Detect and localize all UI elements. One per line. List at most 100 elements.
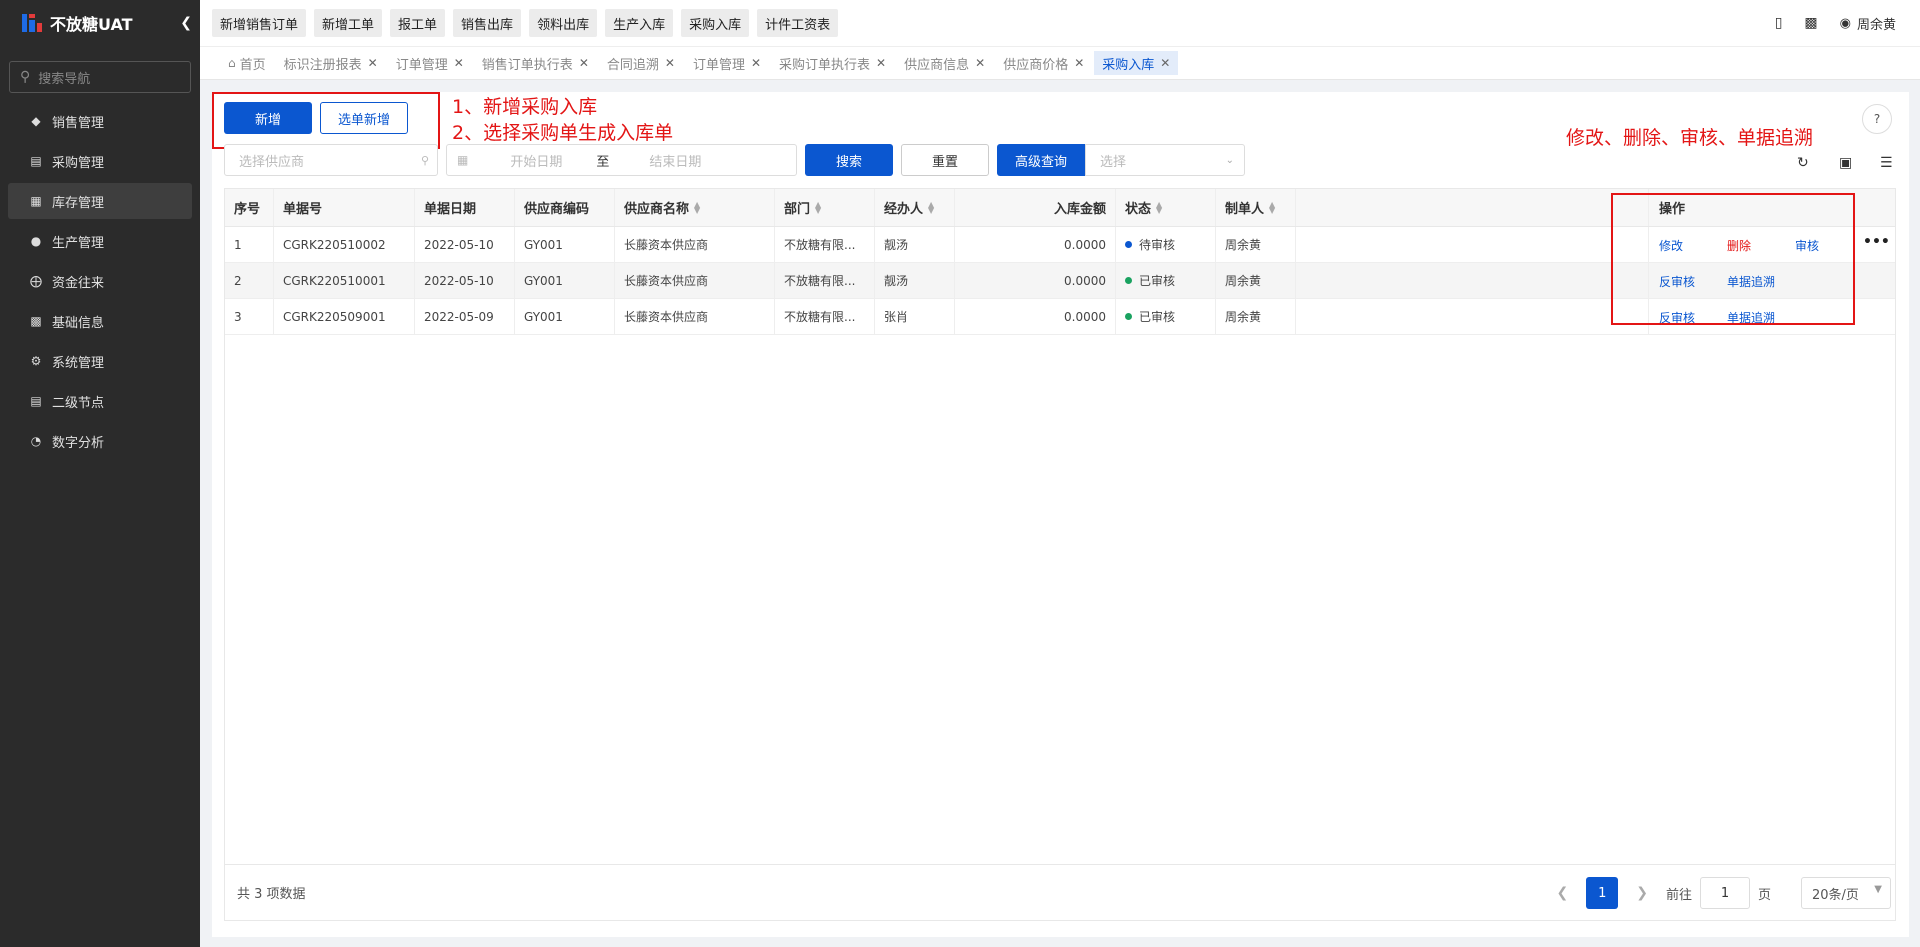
- quick-production-inbound-button[interactable]: 生产入库: [605, 9, 674, 37]
- supplier-select[interactable]: 选择供应商 ⚲: [224, 144, 438, 176]
- header-supplier-code: 供应商编码: [515, 189, 615, 226]
- tab-order-management[interactable]: 订单管理 ✕: [388, 51, 472, 75]
- quick-purchase-inbound-button[interactable]: 采购入库: [681, 9, 750, 37]
- tab-purchase-order-execution[interactable]: 采购订单执行表 ✕: [771, 51, 894, 75]
- header-handler[interactable]: 经办人 ▲ ▼: [875, 189, 955, 226]
- sidebar-item-production[interactable]: ● 生产管理: [8, 223, 192, 259]
- tab-contract-trace[interactable]: 合同追溯 ✕: [599, 51, 683, 75]
- close-icon[interactable]: ✕: [579, 56, 589, 70]
- sort-icon[interactable]: ▲ ▼: [928, 200, 934, 214]
- date-range-picker[interactable]: ▦ 开始日期 至 结束日期: [446, 144, 797, 176]
- main-content: 新增 选单新增 1、新增采购入库 2、选择采购单生成入库单 修改、删除、审核、单…: [212, 92, 1909, 937]
- density-icon[interactable]: ▣: [1839, 155, 1852, 171]
- close-icon[interactable]: ✕: [876, 56, 886, 70]
- screen-icon[interactable]: ▩: [1804, 15, 1817, 31]
- cell-amount: 0.0000: [955, 227, 1116, 262]
- page-number-current[interactable]: 1: [1586, 877, 1619, 909]
- cell-spacer: [1296, 299, 1649, 334]
- app-name: 不放糖UAT: [50, 15, 133, 34]
- tab-supplier-info[interactable]: 供应商信息 ✕: [896, 51, 993, 75]
- app-logo[interactable]: 不放糖UAT ❮: [0, 0, 200, 46]
- close-icon[interactable]: ✕: [665, 56, 675, 70]
- sidebar-item-secondary-node[interactable]: ▤ 二级节点: [8, 383, 192, 419]
- tab-identifier-report[interactable]: 标识注册报表 ✕: [276, 51, 386, 75]
- status-text: 已审核: [1139, 274, 1176, 288]
- supplier-placeholder: 选择供应商: [239, 154, 305, 170]
- annotation-note-2: 2、选择采购单生成入库单: [452, 122, 674, 144]
- annotation-note-1: 1、新增采购入库: [452, 96, 598, 118]
- quick-new-sales-order-button[interactable]: 新增销售订单: [212, 9, 307, 37]
- sort-icon[interactable]: ▲ ▼: [1156, 200, 1162, 214]
- quick-piecework-wage-button[interactable]: 计件工资表: [757, 9, 839, 37]
- query-select-placeholder: 选择: [1100, 154, 1127, 170]
- header-label: 制单人: [1225, 202, 1265, 217]
- end-date-input[interactable]: 结束日期: [649, 151, 701, 170]
- query-select[interactable]: 选择 ⌄: [1085, 144, 1245, 176]
- cell-doc-no: CGRK220510001: [274, 263, 415, 298]
- close-icon[interactable]: ✕: [751, 56, 761, 70]
- close-icon[interactable]: ✕: [454, 56, 464, 70]
- tab-home[interactable]: ⌂ 首页: [220, 51, 274, 75]
- status-text: 待审核: [1139, 238, 1176, 252]
- header-status[interactable]: 状态 ▲ ▼: [1116, 189, 1216, 226]
- close-icon[interactable]: ✕: [975, 56, 985, 70]
- cell-handler: 靓汤: [875, 263, 955, 298]
- sidebar-item-digital-analysis[interactable]: ◔ 数字分析: [8, 423, 192, 459]
- user-menu[interactable]: ◉ 周余黄: [1840, 14, 1896, 33]
- annotation-box-ops: [1611, 193, 1855, 325]
- header-supplier-name[interactable]: 供应商名称 ▲ ▼: [615, 189, 775, 226]
- close-icon[interactable]: ✕: [368, 56, 378, 70]
- nav-search-input[interactable]: ⚲ 搜索导航: [9, 61, 191, 93]
- cell-seq: 3: [225, 299, 274, 334]
- reset-button[interactable]: 重置: [901, 144, 989, 176]
- user-icon: ◉: [1839, 15, 1851, 31]
- top-bar: 新增销售订单 新增工单 报工单 销售出库 领料出库 生产入库 采购入库 计件工资…: [200, 0, 1920, 46]
- sidebar-item-inventory[interactable]: ▦ 库存管理: [8, 183, 192, 219]
- mobile-icon[interactable]: ▯: [1775, 15, 1783, 31]
- help-icon[interactable]: ?: [1862, 104, 1892, 134]
- sort-icon[interactable]: ▲ ▼: [815, 200, 821, 214]
- close-icon[interactable]: ✕: [1074, 56, 1084, 70]
- next-page-icon[interactable]: ❯: [1636, 885, 1648, 901]
- sort-icon[interactable]: ▲ ▼: [1269, 200, 1275, 214]
- tab-label: 供应商价格: [1003, 57, 1069, 73]
- quick-new-work-order-button[interactable]: 新增工单: [314, 9, 383, 37]
- grid-icon: ▩: [30, 314, 42, 328]
- cell-dept: 不放糖有限...: [775, 263, 875, 298]
- header-creator[interactable]: 制单人 ▲ ▼: [1216, 189, 1296, 226]
- chevron-left-icon[interactable]: ❮: [180, 15, 192, 31]
- quick-work-report-button[interactable]: 报工单: [390, 9, 446, 37]
- sidebar-item-label: 基础信息: [52, 315, 105, 331]
- refresh-icon[interactable]: ↻: [1797, 155, 1809, 171]
- status-dot: [1125, 313, 1132, 320]
- quick-sales-outbound-button[interactable]: 销售出库: [453, 9, 522, 37]
- status-dot: [1125, 241, 1132, 248]
- start-date-input[interactable]: 开始日期: [510, 151, 562, 170]
- header-dept[interactable]: 部门 ▲ ▼: [775, 189, 875, 226]
- quick-material-outbound-button[interactable]: 领料出库: [529, 9, 598, 37]
- cell-doc-date: 2022-05-10: [415, 263, 515, 298]
- prev-page-icon[interactable]: ❮: [1557, 885, 1569, 901]
- goto-page-input[interactable]: 1: [1699, 877, 1750, 909]
- tab-sales-order-execution[interactable]: 销售订单执行表 ✕: [474, 51, 597, 75]
- tab-purchase-inbound[interactable]: 采购入库 ✕: [1094, 51, 1179, 75]
- tab-supplier-price[interactable]: 供应商价格 ✕: [995, 51, 1092, 75]
- goto-label: 前往: [1665, 887, 1692, 903]
- search-button[interactable]: 搜索: [805, 144, 893, 176]
- tab-order-management-2[interactable]: 订单管理 ✕: [685, 51, 769, 75]
- sidebar-item-sales[interactable]: ◆ 销售管理: [8, 103, 192, 139]
- close-icon[interactable]: ✕: [1160, 56, 1170, 70]
- sort-icon[interactable]: ▲ ▼: [694, 200, 700, 214]
- page-size-select[interactable]: 20条/页 ▼: [1801, 877, 1891, 909]
- sidebar-item-funds[interactable]: ⨁ 资金往来: [8, 263, 192, 299]
- search-icon: ⚲: [20, 69, 31, 85]
- cell-creator: 周余黄: [1216, 299, 1296, 334]
- tab-label: 首页: [239, 57, 266, 73]
- sidebar-item-label: 二级节点: [52, 395, 105, 411]
- more-icon[interactable]: •••: [1863, 234, 1890, 250]
- sidebar-item-purchase[interactable]: ▤ 采购管理: [8, 143, 192, 179]
- column-settings-icon[interactable]: ☰: [1880, 155, 1893, 171]
- sidebar-item-system[interactable]: ⚙ 系统管理: [8, 343, 192, 379]
- sidebar-item-basic-info[interactable]: ▩ 基础信息: [8, 303, 192, 339]
- advanced-query-button[interactable]: 高级查询: [997, 144, 1085, 176]
